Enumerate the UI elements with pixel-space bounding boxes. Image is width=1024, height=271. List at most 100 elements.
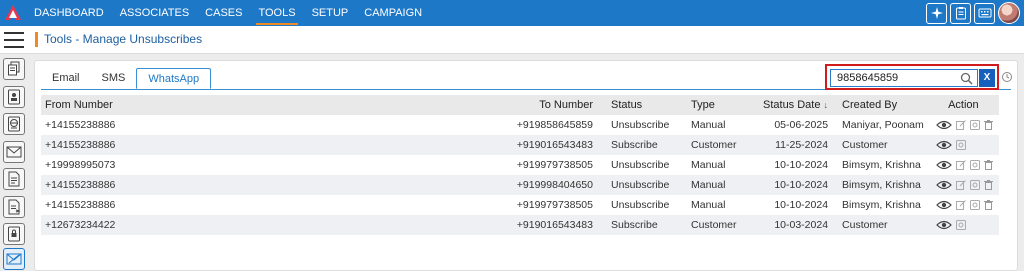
nav-item-campaign[interactable]: CAMPAIGN	[356, 0, 430, 26]
cell-type: Customer	[677, 215, 759, 235]
edit-icon[interactable]	[955, 200, 966, 210]
copy-doc-icon[interactable]	[3, 58, 25, 80]
col-from-number[interactable]: From Number	[41, 95, 511, 115]
tab-sms[interactable]: SMS	[91, 68, 137, 89]
clipboard-icon[interactable]	[950, 2, 971, 24]
cell-date: 05-06-2025	[774, 119, 829, 131]
delete-trash-icon[interactable]	[983, 160, 993, 170]
keyboard-icon[interactable]	[974, 2, 995, 24]
sort-desc-icon[interactable]: ↓	[824, 100, 829, 110]
cell-from: +19998995073	[45, 159, 116, 171]
cell-created: Bimsym, Krishna	[842, 199, 921, 211]
tab-whatsapp[interactable]: WhatsApp	[136, 68, 212, 89]
view-eye-icon[interactable]	[935, 160, 952, 170]
cell-created: Bimsym, Krishna	[832, 175, 928, 195]
top-navbar: DASHBOARD ASSOCIATES CASES TOOLS SETUP CAMPAI…	[0, 0, 1024, 26]
cell-type: Manual	[691, 159, 726, 171]
cell-status: Subscribe	[597, 215, 677, 235]
view-eye-icon[interactable]	[935, 200, 952, 210]
cell-to: +919858645859	[516, 119, 593, 131]
nav-item-setup[interactable]: SETUP	[304, 0, 357, 26]
cell-date: 10-10-2024	[759, 175, 833, 195]
cell-type: Manual	[691, 199, 726, 211]
cell-from: +14155238886	[41, 175, 511, 195]
hamburger-menu-icon[interactable]	[4, 32, 24, 48]
cell-from: +14155238886	[45, 119, 116, 131]
cell-status: Unsubscribe	[611, 159, 670, 171]
cell-actions	[928, 155, 999, 175]
lock-doc-icon[interactable]	[3, 223, 25, 245]
view-eye-icon[interactable]	[935, 120, 952, 130]
search-input[interactable]	[830, 69, 978, 87]
col-to-number[interactable]: To Number	[511, 95, 597, 115]
reset-icon[interactable]	[1001, 71, 1013, 83]
cell-actions	[928, 195, 999, 215]
col-created-by[interactable]: Created By	[832, 95, 928, 115]
cell-from: +14155238886	[41, 135, 511, 155]
cell-to: +919016543483	[511, 215, 597, 235]
col-status[interactable]: Status	[597, 95, 677, 115]
cell-to: +919016543483	[511, 135, 597, 155]
edit-icon[interactable]	[955, 160, 966, 170]
view-eye-icon[interactable]	[935, 220, 952, 230]
document-icon[interactable]	[3, 168, 25, 190]
envelope-icon[interactable]	[3, 141, 25, 163]
cell-status: Unsubscribe	[611, 199, 670, 211]
copy-icon[interactable]	[969, 120, 980, 130]
cell-date: 10-03-2024	[759, 215, 833, 235]
clear-search-button[interactable]: X	[979, 69, 995, 87]
unsubscribe-table: From Number To Number Status Type Status…	[41, 95, 999, 235]
contact-card-icon[interactable]	[3, 86, 25, 108]
copy-icon[interactable]	[955, 220, 966, 230]
page-header: Tools - Manage Unsubscribes	[0, 26, 1024, 54]
cell-created: Customer	[832, 135, 928, 155]
col-status-date[interactable]: Status Date ↓	[759, 95, 833, 115]
left-icon-rail	[0, 54, 28, 271]
cell-to: +919998404650	[511, 175, 597, 195]
delete-trash-icon[interactable]	[983, 180, 993, 190]
copy-icon[interactable]	[955, 140, 966, 150]
view-eye-icon[interactable]	[935, 180, 952, 190]
cell-created: Customer	[832, 215, 928, 235]
search-icon[interactable]	[960, 72, 973, 85]
cell-created: Maniyar, Poonam	[842, 119, 924, 131]
view-eye-icon[interactable]	[935, 140, 952, 150]
cell-actions	[927, 135, 999, 155]
copy-icon[interactable]	[969, 200, 980, 210]
cell-status: Unsubscribe	[611, 119, 670, 131]
nav-item-tools[interactable]: TOOLS	[250, 0, 303, 26]
col-status-date-label: Status Date	[763, 99, 821, 111]
col-type[interactable]: Type	[677, 95, 759, 115]
cell-type: Manual	[677, 175, 759, 195]
nav-item-associates[interactable]: ASSOCIATES	[112, 0, 197, 26]
edit-icon[interactable]	[955, 180, 966, 190]
table-row: +14155238886 +919998404650 Unsubscribe Manu…	[41, 175, 999, 195]
document-arrow-icon[interactable]	[3, 196, 25, 218]
tab-email[interactable]: Email	[41, 68, 91, 89]
app-logo[interactable]	[0, 0, 26, 26]
cell-to: +919979738505	[516, 159, 593, 171]
nav-item-cases[interactable]: CASES	[197, 0, 250, 26]
delete-trash-icon[interactable]	[983, 200, 993, 210]
cell-date: 11-25-2024	[759, 135, 833, 155]
cell-actions	[927, 175, 999, 195]
sparkle-icon[interactable]	[926, 2, 947, 24]
unsubscribe-panel: EmailSMSWhatsApp X From Number To Number…	[34, 60, 1018, 271]
nav-item-dashboard[interactable]: DASHBOARD	[26, 0, 112, 26]
table-row: +12673234422 +919016543483 Subscribe Custom…	[41, 215, 999, 235]
cell-type: Manual	[691, 119, 726, 131]
user-avatar[interactable]	[998, 2, 1020, 24]
edit-icon[interactable]	[955, 120, 966, 130]
cell-status: Subscribe	[597, 135, 677, 155]
cell-to: +919979738505	[516, 199, 593, 211]
search-highlight-box: X	[825, 64, 999, 90]
cell-created: Bimsym, Krishna	[842, 159, 921, 171]
delete-trash-icon[interactable]	[983, 120, 993, 130]
cell-actions	[927, 215, 999, 235]
copy-icon[interactable]	[969, 180, 980, 190]
mail-unsubscribe-icon[interactable]	[3, 248, 25, 270]
globe-doc-icon[interactable]	[3, 113, 25, 135]
copy-icon[interactable]	[969, 160, 980, 170]
table-row: +14155238886 +919858645859 Unsubscribe Manu…	[41, 115, 999, 135]
col-action: Action	[927, 95, 999, 115]
